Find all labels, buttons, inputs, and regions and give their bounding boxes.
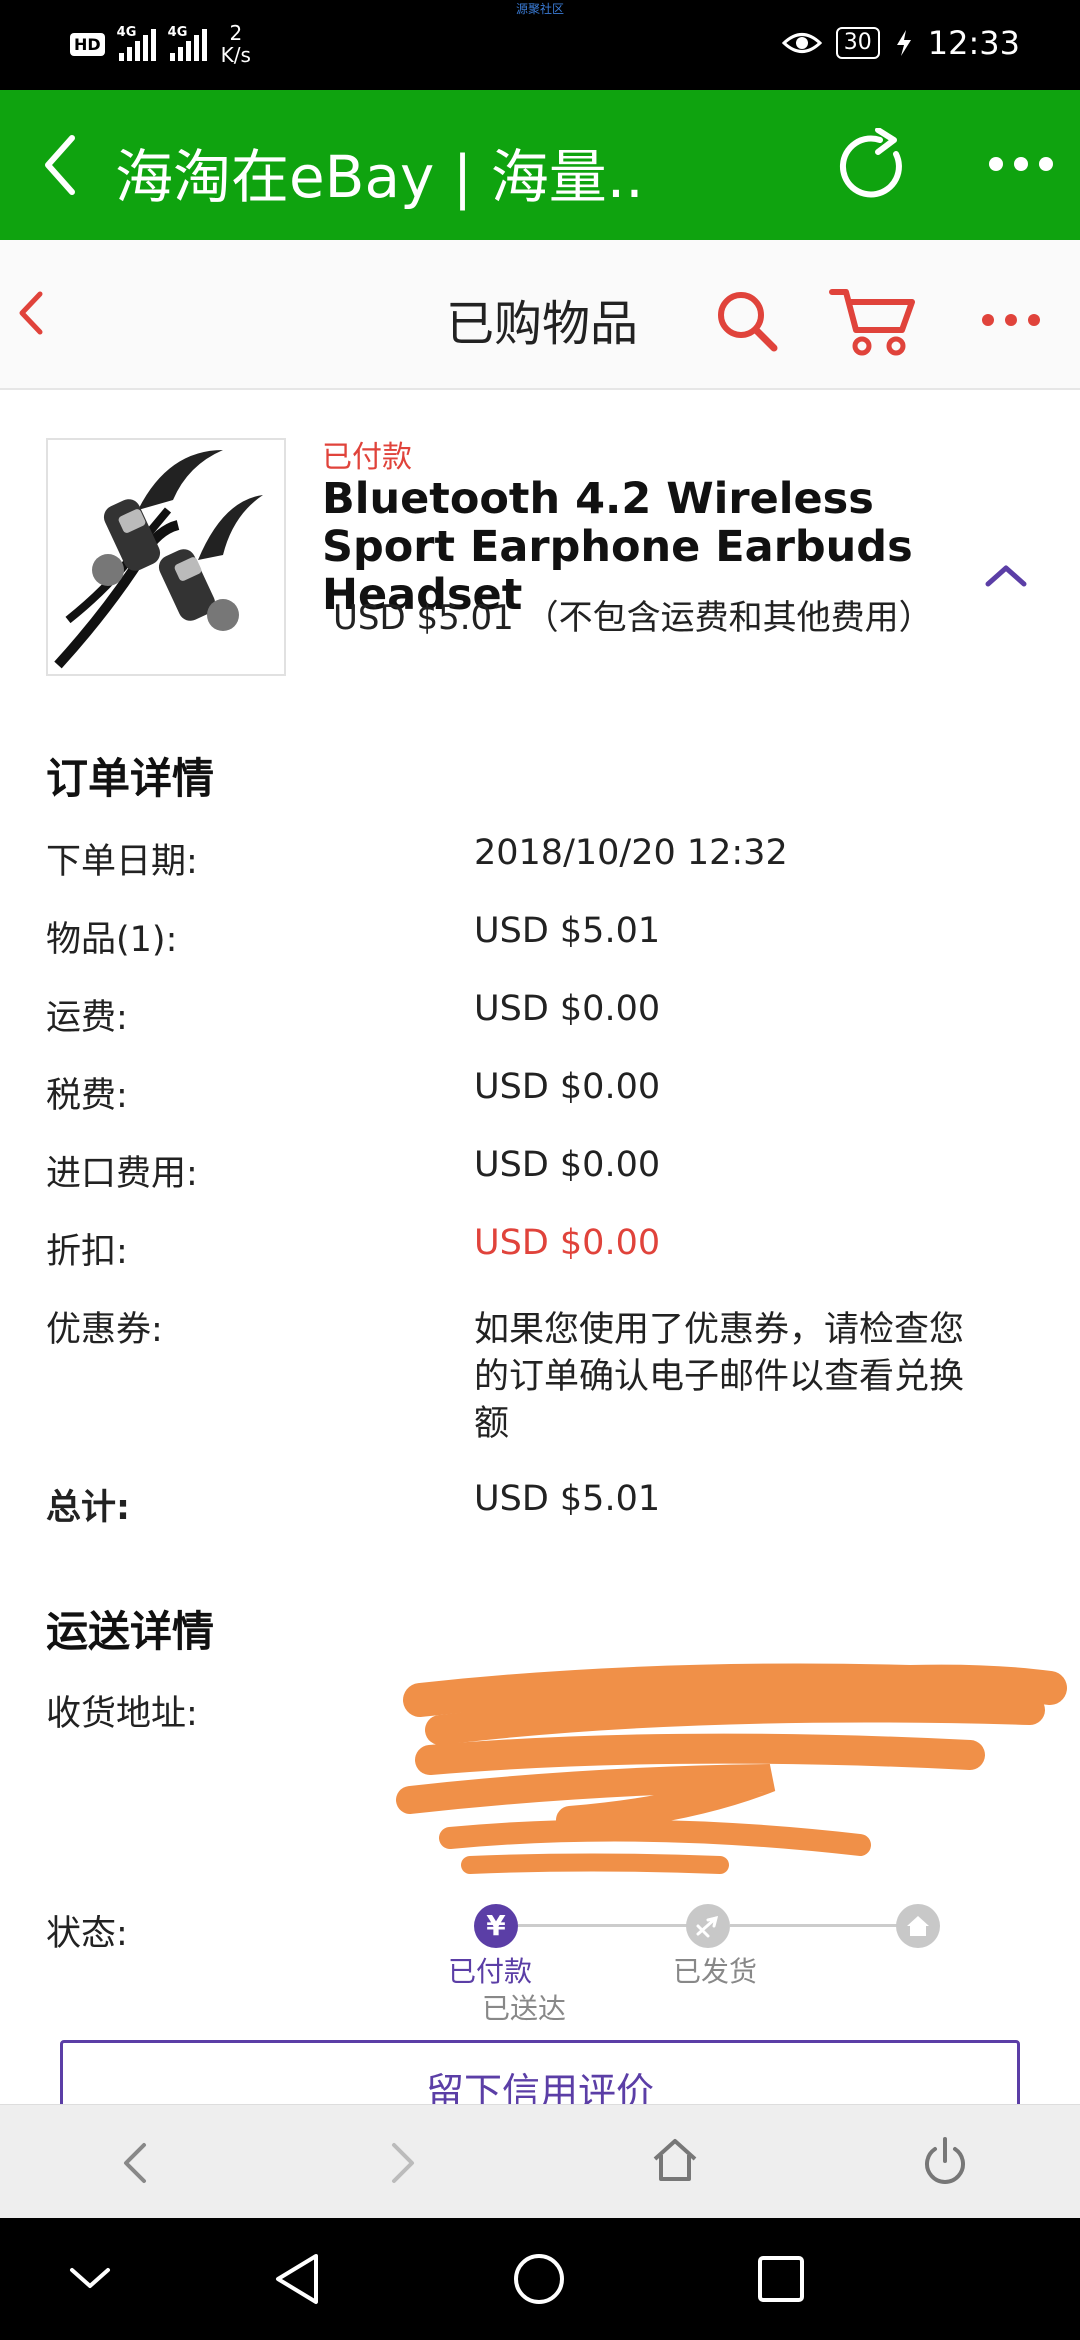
step-shipped-label: 已发货 — [673, 1955, 758, 1988]
discount-value: USD $0.00 — [474, 1223, 661, 1263]
search-icon[interactable] — [714, 288, 780, 354]
yen-icon: ¥ — [474, 1904, 518, 1948]
discount-label: 折扣: — [46, 1232, 128, 1272]
order-date-value: 2018/10/20 12:32 — [474, 833, 788, 873]
order-status-label: 已付款 — [322, 440, 412, 475]
back-arrow-icon[interactable] — [40, 130, 80, 200]
order-date-label: 下单日期: — [46, 842, 198, 882]
status-label: 状态: — [46, 1914, 128, 1954]
nav-home-icon[interactable] — [512, 2252, 566, 2306]
status-notice-text: 源聚社区 — [515, 2, 564, 16]
earphones-image — [54, 450, 263, 669]
power-icon[interactable] — [920, 2135, 970, 2187]
total-label: 总计: — [46, 1488, 130, 1528]
item-label: 物品(1): — [46, 920, 178, 960]
cart-icon[interactable] — [828, 284, 918, 356]
browser-title: 海淘在eBay | 海量.. — [115, 143, 644, 211]
more-icon[interactable] — [986, 154, 1056, 174]
order-details-title: 订单详情 — [46, 754, 215, 803]
home-icon[interactable] — [650, 2135, 700, 2185]
eye-icon — [781, 33, 822, 53]
back-icon[interactable] — [16, 288, 46, 338]
back-icon[interactable] — [120, 2141, 150, 2185]
step-delivered-label: 已送达 — [482, 1992, 567, 2025]
shipping-fee-label: 运费: — [46, 998, 128, 1038]
browser-header: 海淘在eBay | 海量.. — [0, 90, 1080, 240]
chevron-up-icon[interactable] — [984, 562, 1028, 588]
nav-recents-icon[interactable] — [756, 2254, 806, 2304]
page-title: 已购物品 — [446, 296, 639, 352]
chevron-down-icon[interactable] — [68, 2264, 112, 2292]
nav-back-icon[interactable] — [272, 2252, 322, 2306]
progress-line — [730, 1924, 918, 1927]
home-icon — [896, 1904, 940, 1948]
product-price: USD $5.01 （不包含运费和其他费用） — [333, 598, 933, 638]
import-fee-value: USD $0.00 — [474, 1145, 661, 1185]
coupon-label: 优惠券: — [46, 1310, 163, 1350]
network-type-label: 4G — [116, 25, 137, 40]
coupon-text-line: 额 — [474, 1404, 510, 1444]
plane-icon — [686, 1904, 730, 1948]
redacted-address-scribble — [396, 1663, 1067, 1874]
more-icon[interactable] — [980, 312, 1042, 328]
charging-icon — [896, 30, 911, 56]
network-speed: 2 K/s — [221, 22, 251, 66]
progress-line — [518, 1924, 708, 1927]
network-speed-unit: K/s — [220, 43, 251, 67]
coupon-text-line: 的订单确认电子邮件以查看兑换 — [474, 1357, 965, 1397]
total-value: USD $5.01 — [474, 1479, 661, 1519]
shipping-fee-value: USD $0.00 — [474, 989, 661, 1029]
status-bar: 源聚社区 HD 4G 4G 2 K/s 30 12:33 — [0, 0, 1080, 90]
browser-toolbar — [0, 2104, 1080, 2218]
tax-value: USD $0.00 — [474, 1067, 661, 1107]
ebay-header: 已购物品 — [0, 240, 1080, 390]
step-paid-label: 已付款 — [448, 1955, 533, 1988]
forward-icon[interactable] — [388, 2141, 418, 2185]
tax-label: 税费: — [46, 1076, 128, 1116]
coupon-text-line: 如果您使用了优惠券，请检查您 — [474, 1310, 965, 1350]
battery-indicator: 30 — [835, 27, 880, 59]
refresh-icon[interactable] — [836, 128, 912, 204]
product-thumbnail[interactable] — [46, 438, 286, 676]
shipping-details-title: 运送详情 — [46, 1607, 215, 1656]
signal-icon: 4G — [167, 25, 207, 61]
import-fee-label: 进口费用: — [46, 1154, 198, 1194]
network-type-label: 4G — [167, 25, 188, 40]
clock: 12:33 — [927, 24, 1020, 62]
address-label: 收货地址: — [46, 1694, 198, 1734]
network-speed-value: 2 — [229, 21, 243, 45]
hd-badge: HD — [70, 32, 105, 56]
system-navigation-bar — [0, 2218, 1080, 2340]
signal-icon: 4G — [116, 25, 156, 61]
item-value: USD $5.01 — [474, 911, 661, 951]
